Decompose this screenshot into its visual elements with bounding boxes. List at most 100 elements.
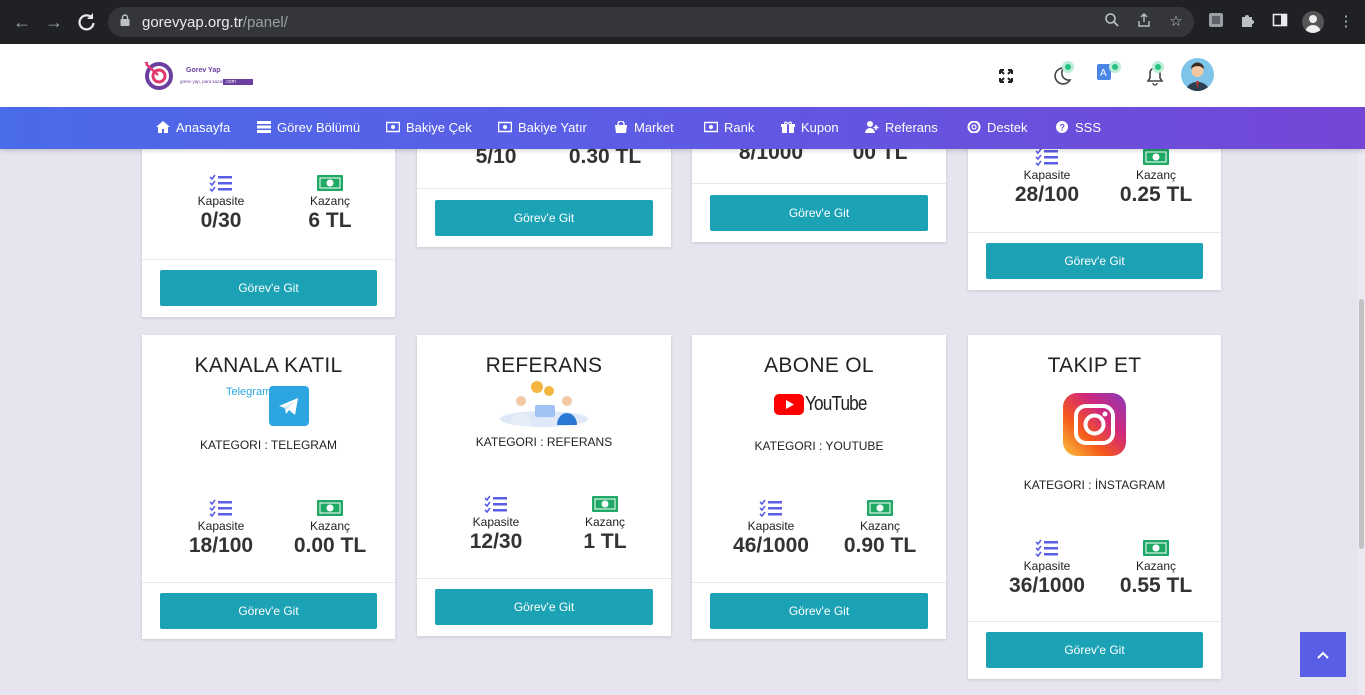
- status-dot: [1152, 61, 1164, 73]
- chevron-up-icon: [1317, 651, 1329, 659]
- nav-item-anasayfa[interactable]: Anasayfa: [156, 107, 230, 149]
- referral-illustration-icon: [497, 379, 591, 427]
- nav-item-bakiye-cek[interactable]: Bakiye Çek: [386, 107, 472, 149]
- earning-stat: Kazanç 0.90 TL: [825, 499, 935, 558]
- nav-item-bakiye-yatir[interactable]: Bakiye Yatır: [498, 107, 587, 149]
- earning-stat: Kazanç 0.00 TL: [275, 499, 385, 558]
- fullscreen-icon[interactable]: [991, 61, 1021, 91]
- earning-label: Kazanç: [584, 515, 626, 529]
- bookmark-star-icon[interactable]: ☆: [1166, 12, 1186, 32]
- zoom-icon[interactable]: [1102, 12, 1122, 32]
- capacity-label: Kapasite: [197, 194, 245, 208]
- checklist-icon: [209, 174, 232, 192]
- instagram-logo-icon: [1063, 393, 1126, 456]
- nav-label: Rank: [724, 120, 755, 135]
- go-task-button[interactable]: Görev'e Git: [986, 632, 1203, 668]
- share-icon[interactable]: [1134, 12, 1154, 32]
- capacity-label: Kapasite: [1023, 559, 1071, 573]
- task-card: Kapasite 0/30 Kazanç 6 TL Görev'e Git: [142, 140, 395, 317]
- earning-value: 0.55 TL: [1119, 574, 1193, 597]
- back-icon[interactable]: ←: [10, 10, 34, 34]
- capacity-label: Kapasite: [747, 519, 795, 533]
- cash-icon: [1143, 149, 1169, 165]
- user-avatar[interactable]: [1181, 58, 1214, 91]
- task-card-youtube: ABONE OL YouTube KATEGORI : YOUTUBE Kapa…: [692, 335, 946, 639]
- capacity-label: Kapasite: [197, 519, 245, 533]
- cash-icon: [867, 500, 893, 516]
- side-panel-icon[interactable]: [1270, 12, 1290, 32]
- gift-icon: [781, 121, 795, 133]
- scrollbar-thumb[interactable]: [1359, 299, 1364, 549]
- card-title: ABONE OL: [764, 354, 874, 377]
- money-icon: [498, 121, 512, 133]
- nav-item-referans[interactable]: Referans: [865, 107, 938, 149]
- cash-icon: [1143, 540, 1169, 556]
- puzzle-icon[interactable]: [1238, 12, 1258, 32]
- go-task-button[interactable]: Görev'e Git: [160, 593, 377, 629]
- nav-item-rank[interactable]: Rank: [704, 107, 754, 149]
- earning-label: Kazanç: [309, 519, 351, 533]
- lock-icon: [120, 14, 130, 26]
- go-task-button[interactable]: Görev'e Git: [435, 200, 653, 236]
- list-icon: [257, 121, 271, 133]
- nav-item-kupon[interactable]: Kupon: [781, 107, 839, 149]
- browser-menu-icon[interactable]: ⋮: [1336, 12, 1356, 32]
- go-task-button[interactable]: Görev'e Git: [710, 593, 928, 629]
- bell-icon[interactable]: [1140, 61, 1170, 91]
- status-dot: [1062, 61, 1074, 73]
- go-task-button[interactable]: Görev'e Git: [435, 589, 653, 625]
- nav-label: Bakiye Yatır: [518, 120, 587, 135]
- scroll-to-top-button[interactable]: [1300, 632, 1346, 677]
- nav-label: Market: [634, 120, 674, 135]
- capacity-value: 46/1000: [733, 534, 809, 557]
- category-label: KATEGORI : TELEGRAM: [200, 438, 337, 452]
- extension-icon[interactable]: [1206, 12, 1226, 32]
- status-dot: [1109, 61, 1121, 73]
- checklist-icon: [484, 495, 507, 513]
- nav-label: Görev Bölümü: [277, 120, 361, 135]
- card-title: REFERANS: [485, 354, 603, 377]
- money-icon: [704, 121, 718, 133]
- go-task-button[interactable]: Görev'e Git: [986, 243, 1203, 279]
- earning-stat: Kazanç 0.55 TL: [1101, 539, 1211, 598]
- logo-target-icon: [144, 62, 253, 90]
- site-logo[interactable]: Gorev Yap görev yap, para kazan .com: [142, 58, 256, 92]
- task-card: Kapasite 28/100 Kazanç 0.25 TL Görev'e G…: [968, 130, 1221, 290]
- earning-value: 6 TL: [308, 209, 352, 232]
- nav-item-gorev-bolumu[interactable]: Görev Bölümü: [257, 107, 360, 149]
- page-scrollbar[interactable]: [1358, 149, 1365, 695]
- nav-item-market[interactable]: Market: [614, 107, 674, 149]
- card-divider: [692, 582, 946, 583]
- lifebuoy-icon: [967, 121, 981, 133]
- card-divider: [692, 183, 946, 184]
- url-domain: gorevyap.org.tr: [142, 14, 243, 31]
- checklist-icon: [759, 499, 782, 517]
- nav-item-sss[interactable]: ? SSS: [1055, 107, 1101, 149]
- task-card-instagram: TAKIP ET KATEGORI : İNSTAGRAM Kapasite 3…: [968, 335, 1221, 679]
- translate-icon[interactable]: A: [1093, 60, 1123, 90]
- go-task-button[interactable]: Görev'e Git: [710, 195, 928, 231]
- forward-icon[interactable]: →: [42, 10, 66, 34]
- capacity-value: 36/1000: [1009, 574, 1085, 597]
- capacity-stat: Kapasite 18/100: [166, 499, 276, 558]
- capacity-stat: Kapasite 46/1000: [716, 499, 826, 558]
- address-bar[interactable]: gorevyap.org.tr/panel/ ☆: [108, 7, 1194, 37]
- earning-value: 0.90 TL: [843, 534, 917, 557]
- capacity-label: Kapasite: [1023, 168, 1071, 182]
- url-text: gorevyap.org.tr/panel/: [142, 14, 288, 31]
- go-task-button[interactable]: Görev'e Git: [160, 270, 377, 306]
- earning-label: Kazanç: [1135, 559, 1177, 573]
- profile-avatar-icon[interactable]: [1302, 11, 1324, 33]
- checklist-icon: [1035, 539, 1058, 557]
- user-plus-icon: [865, 121, 879, 133]
- youtube-logo-icon: [774, 394, 804, 415]
- category-label: KATEGORI : YOUTUBE: [754, 439, 884, 453]
- logo-tagline: görev yap, para kazan: [180, 79, 225, 84]
- nav-label: Destek: [987, 120, 1028, 135]
- nav-item-destek[interactable]: Destek: [967, 107, 1027, 149]
- earning-label: Kazanç: [859, 519, 901, 533]
- svg-text:?: ?: [1060, 123, 1066, 133]
- nav-label: Bakiye Çek: [406, 120, 472, 135]
- reload-icon[interactable]: [74, 10, 98, 34]
- dark-mode-moon-icon[interactable]: [1046, 60, 1076, 90]
